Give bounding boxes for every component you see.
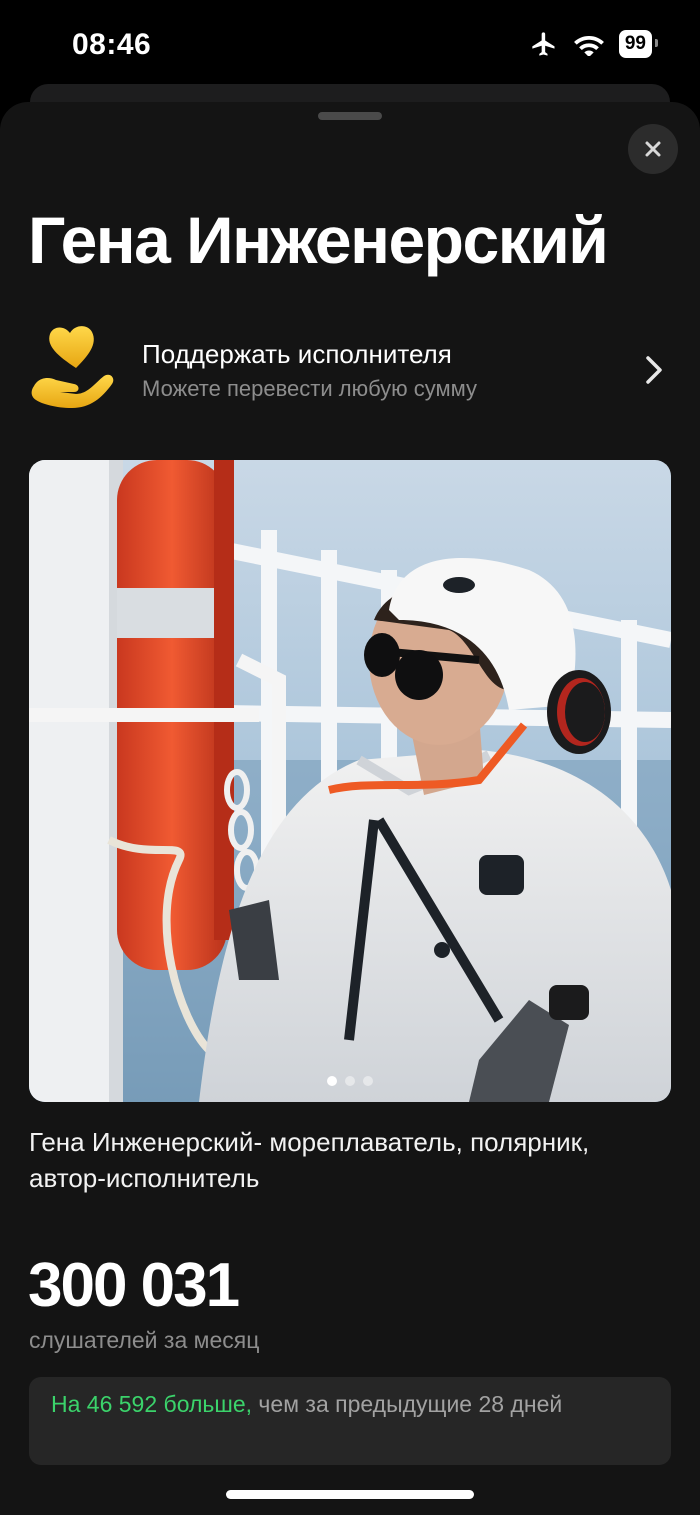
close-button[interactable]: [628, 124, 678, 174]
support-title: Поддержать исполнителя: [142, 338, 452, 369]
artist-photo-carousel[interactable]: [29, 460, 671, 1102]
carousel-dot-3[interactable]: [363, 1076, 373, 1086]
status-bar: 08:46 99: [0, 0, 700, 90]
status-icons: 99: [529, 30, 659, 58]
wifi-icon: [573, 36, 604, 56]
artist-info-sheet: Гена Инженерский Поддержать исполнителя …: [0, 102, 700, 1515]
support-subtitle: Можете перевести любую сумму: [142, 375, 478, 401]
battery-icon: 99: [618, 30, 659, 58]
chevron-right-icon: [646, 356, 662, 384]
heart-hand-icon: [31, 326, 114, 408]
airplane-icon: [532, 32, 555, 56]
sheet-grabber[interactable]: [318, 112, 382, 120]
listeners-delta-highlight: На 46 592 больше,: [51, 1391, 253, 1417]
listeners-delta-text: На 46 592 больше, чем за предыдущие 28 д…: [51, 1389, 649, 1420]
carousel-pagination: [29, 1076, 671, 1086]
monthly-listeners-count: 300 031: [28, 1251, 240, 1320]
listeners-delta-rest: чем за предыдущие 28 дней: [252, 1391, 563, 1417]
status-time: 08:46: [72, 28, 152, 61]
artist-name: Гена Инженерский: [28, 203, 609, 277]
support-artist-row[interactable]: Поддержать исполнителя Можете перевести …: [28, 320, 668, 420]
home-indicator[interactable]: [226, 1490, 474, 1499]
close-icon: [645, 141, 661, 157]
artist-photo: [29, 460, 671, 1102]
artist-bio: Гена Инженерский- мореплаватель, полярни…: [29, 1127, 590, 1193]
monthly-listeners-label: слушателей за месяц: [29, 1327, 260, 1353]
carousel-dot-1[interactable]: [327, 1076, 337, 1086]
carousel-dot-2[interactable]: [345, 1076, 355, 1086]
listeners-delta-card: На 46 592 больше, чем за предыдущие 28 д…: [29, 1377, 671, 1465]
